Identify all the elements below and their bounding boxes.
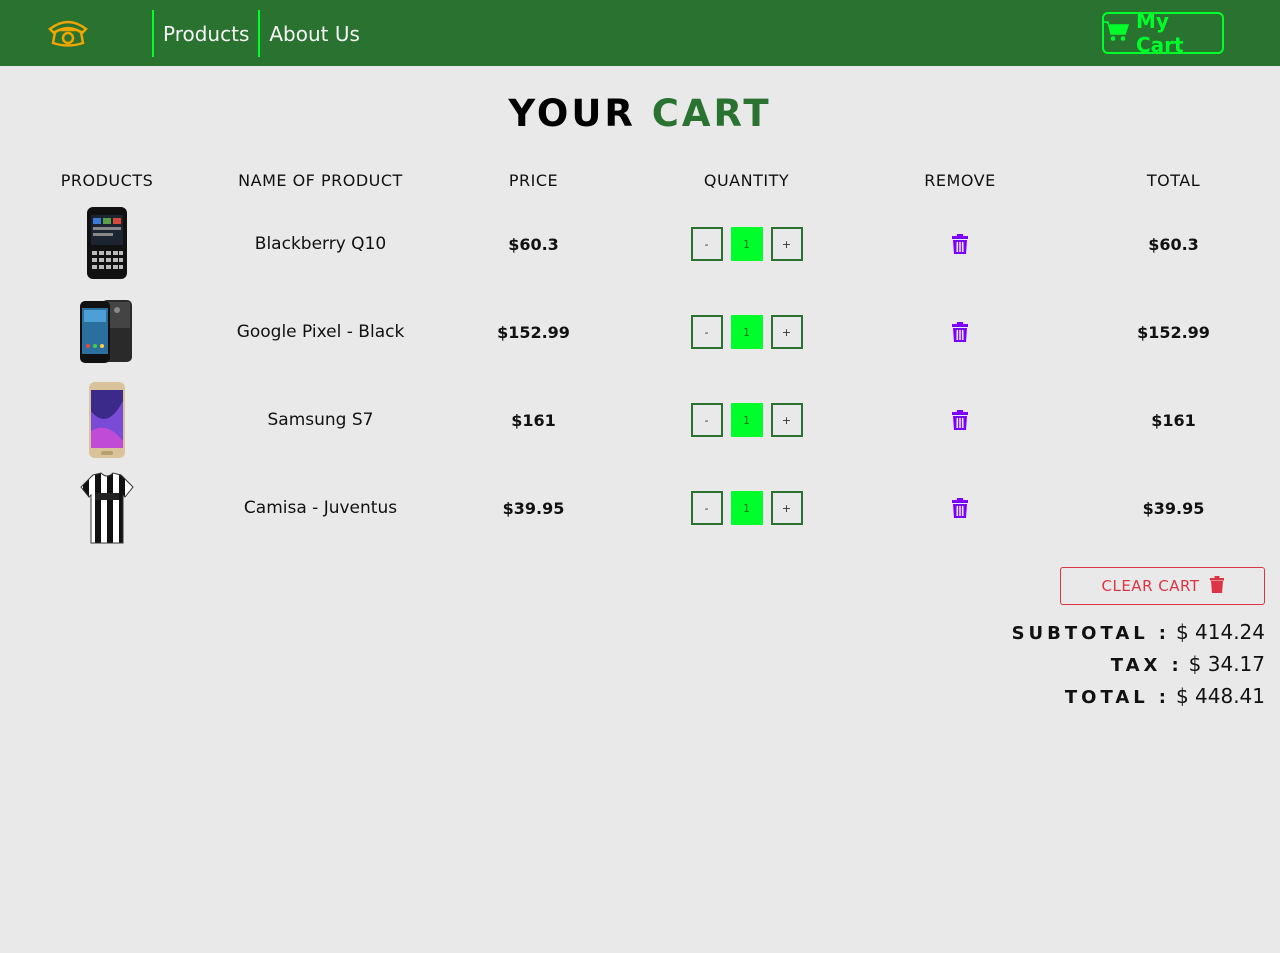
decrease-button[interactable]: -: [690, 491, 723, 525]
product-image-google-pixel: [0, 288, 214, 376]
page-title: YOUR CART: [0, 92, 1280, 135]
total-line: TOTAL : $ 448.41: [1065, 684, 1265, 708]
table-row: Camisa - Juventus $39.95 - 1 + $39.95: [0, 464, 1280, 552]
subtotal-value: $ 414.24: [1175, 620, 1265, 644]
increase-button[interactable]: +: [770, 491, 803, 525]
increase-button[interactable]: +: [770, 403, 803, 437]
row-total: $152.99: [1137, 322, 1210, 342]
product-name: Samsung S7: [267, 410, 374, 430]
quantity-stepper: - 1 +: [640, 200, 853, 288]
subtotal-colon: :: [1158, 623, 1166, 644]
quantity-value: 1: [730, 227, 763, 261]
total-label: TOTAL: [1064, 687, 1149, 708]
cart-icon: [1104, 20, 1130, 47]
tax-line: TAX : $ 34.17: [1111, 652, 1265, 676]
trash-icon: [1209, 575, 1224, 597]
product-image-samsung-s7: [0, 376, 214, 464]
phone-icon[interactable]: [46, 15, 90, 51]
header-price: PRICE: [508, 171, 559, 190]
total-colon: :: [1158, 687, 1166, 708]
header-products: PRODUCTS: [60, 171, 154, 190]
header-total: TOTAL: [1146, 171, 1201, 190]
nav-link-about-us[interactable]: About Us: [258, 10, 369, 57]
decrease-button[interactable]: -: [690, 403, 723, 437]
tax-label: TAX: [1110, 655, 1162, 676]
clear-cart-label: CLEAR CART: [1101, 577, 1200, 595]
cart-table: PRODUCTS NAME OF PRODUCT PRICE QUANTITY …: [0, 160, 1280, 552]
product-price: $60.3: [508, 234, 559, 254]
table-row: Google Pixel - Black $152.99 - 1 + $152.…: [0, 288, 1280, 376]
tax-value: $ 34.17: [1188, 652, 1265, 676]
table-header: PRODUCTS NAME OF PRODUCT PRICE QUANTITY …: [0, 160, 1280, 200]
quantity-stepper: - 1 +: [640, 288, 853, 376]
clear-cart-button[interactable]: CLEAR CART: [1060, 567, 1265, 605]
quantity-value: 1: [730, 315, 763, 349]
trash-icon[interactable]: [853, 288, 1067, 376]
row-total: $161: [1151, 410, 1196, 430]
decrease-button[interactable]: -: [690, 315, 723, 349]
product-name: Camisa - Juventus: [243, 498, 398, 518]
my-cart-button[interactable]: My Cart: [1102, 9, 1224, 57]
page-title-word-2: CART: [651, 92, 772, 135]
row-total: $60.3: [1148, 234, 1199, 254]
quantity-stepper: - 1 +: [640, 464, 853, 552]
header-quantity: QUANTITY: [703, 171, 790, 190]
nav-links: Products About Us: [152, 10, 369, 57]
product-name: Google Pixel - Black: [236, 322, 405, 342]
row-total: $39.95: [1142, 498, 1205, 518]
product-price: $161: [511, 410, 556, 430]
table-row: Blackberry Q10 $60.3 - 1 + $60.3: [0, 200, 1280, 288]
quantity-stepper: - 1 +: [640, 376, 853, 464]
subtotal-label: SUBTOTAL: [1011, 623, 1149, 644]
nav-link-products[interactable]: Products: [152, 10, 258, 57]
product-price: $39.95: [502, 498, 565, 518]
quantity-value: 1: [730, 491, 763, 525]
product-name: Blackberry Q10: [254, 234, 387, 254]
subtotal-line: SUBTOTAL : $ 414.24: [1012, 620, 1265, 644]
navbar: Products About Us My Cart: [0, 0, 1280, 66]
my-cart-label: My Cart: [1136, 9, 1184, 57]
decrease-button[interactable]: -: [690, 227, 723, 261]
page-title-word-1: YOUR: [508, 92, 636, 135]
quantity-value: 1: [730, 403, 763, 437]
product-image-blackberry: [0, 200, 214, 288]
tax-colon: :: [1171, 655, 1179, 676]
product-image-juventus-shirt: [0, 464, 214, 552]
total-value: $ 448.41: [1175, 684, 1265, 708]
trash-icon[interactable]: [853, 464, 1067, 552]
trash-icon[interactable]: [853, 376, 1067, 464]
product-price: $152.99: [497, 322, 570, 342]
increase-button[interactable]: +: [770, 315, 803, 349]
trash-icon[interactable]: [853, 200, 1067, 288]
increase-button[interactable]: +: [770, 227, 803, 261]
table-row: Samsung S7 $161 - 1 + $161: [0, 376, 1280, 464]
header-name: NAME OF PRODUCT: [238, 171, 403, 190]
header-remove: REMOVE: [924, 171, 996, 190]
